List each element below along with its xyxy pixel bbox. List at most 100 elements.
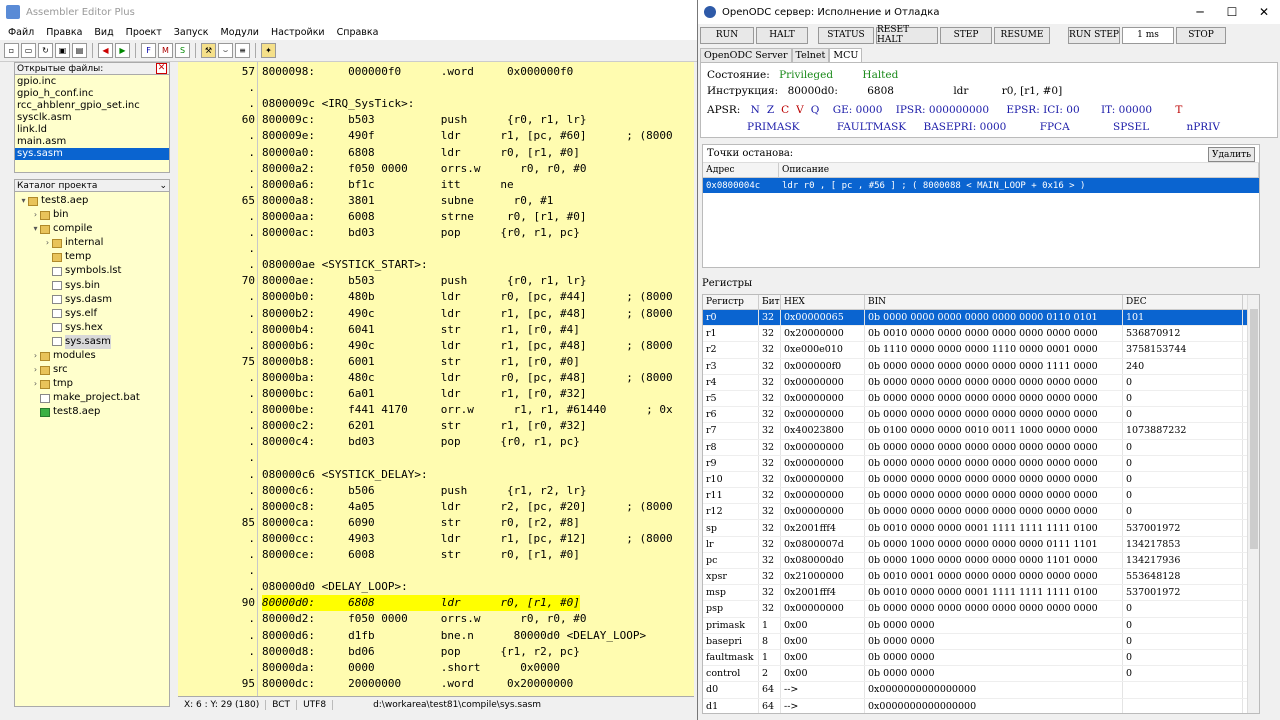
register-row[interactable]: r4 32 0x00000000 0b 0000 0000 0000 0000 000… bbox=[703, 374, 1259, 391]
back-arrow-icon[interactable]: ◀ bbox=[98, 43, 113, 58]
tab-mcu[interactable]: MCU bbox=[829, 48, 863, 62]
tree-node[interactable]: sys.elf bbox=[15, 307, 169, 321]
save-icon[interactable]: ▣ bbox=[55, 43, 70, 58]
register-row[interactable]: xpsr 32 0x21000000 0b 0010 0001 0000 0000 0… bbox=[703, 569, 1259, 586]
open-file-icon[interactable]: ▭ bbox=[21, 43, 36, 58]
menu-item[interactable]: Правка bbox=[40, 27, 88, 38]
maximize-icon[interactable]: ☐ bbox=[1216, 5, 1248, 19]
menu-item[interactable]: Настройки bbox=[265, 27, 331, 38]
menu-item[interactable]: Справка bbox=[331, 27, 385, 38]
tree-twisty-icon[interactable]: › bbox=[31, 208, 40, 222]
ocd-button-step[interactable]: STEP bbox=[940, 26, 992, 44]
register-row[interactable]: r7 32 0x40023800 0b 0100 0000 0000 0010 001… bbox=[703, 423, 1259, 440]
register-row[interactable]: pc 32 0x080000d0 0b 0000 1000 0000 0000 000… bbox=[703, 552, 1259, 569]
register-row[interactable]: basepri 8 0x00 0b 0000 0000 0 bbox=[703, 633, 1259, 650]
ocd-button-reset-halt[interactable]: RESET HALT bbox=[876, 25, 938, 45]
tree-node[interactable]: › bin bbox=[15, 208, 169, 222]
reg-col-2[interactable]: HEX bbox=[781, 295, 865, 309]
menu-item[interactable]: Вид bbox=[88, 27, 119, 38]
register-row[interactable]: lr 32 0x0800007d 0b 0000 1000 0000 0000 000… bbox=[703, 536, 1259, 553]
menu-item[interactable]: Запуск bbox=[168, 27, 215, 38]
ocd-button-run-step[interactable]: RUN STEP bbox=[1068, 26, 1120, 44]
register-row[interactable]: faultmask 1 0x00 0b 0000 0000 0 bbox=[703, 649, 1259, 667]
tab-openodc-server[interactable]: OpenODC Server bbox=[700, 48, 792, 62]
register-row[interactable]: d0 64 --> 0x0000000000000000 bbox=[703, 682, 1259, 699]
register-row[interactable]: r12 32 0x00000000 0b 0000 0000 0000 0000 00… bbox=[703, 504, 1259, 521]
tree-node[interactable]: sys.dasm bbox=[15, 293, 169, 307]
tree-node[interactable]: temp bbox=[15, 250, 169, 264]
delete-breakpoint-button[interactable]: Удалить bbox=[1207, 147, 1255, 162]
close-icon[interactable]: ✕ bbox=[156, 63, 167, 74]
register-row[interactable]: sp 32 0x2001fff4 0b 0010 0000 0000 0001 111… bbox=[703, 520, 1259, 537]
ocd-button-run[interactable]: RUN bbox=[700, 26, 754, 44]
register-row[interactable]: r1 32 0x20000000 0b 0010 0000 0000 0000 000… bbox=[703, 326, 1259, 343]
tree-node[interactable]: make_project.bat bbox=[15, 391, 169, 405]
open-file-item[interactable]: rcc_ahblenr_gpio_set.inc bbox=[15, 100, 169, 112]
ocd-button-resume[interactable]: RESUME bbox=[994, 26, 1050, 44]
bp-col-desc[interactable]: Описание bbox=[779, 163, 1259, 177]
scrollbar-thumb[interactable] bbox=[1250, 309, 1258, 549]
ocd-button-status[interactable]: STATUS bbox=[818, 26, 874, 44]
refresh-icon[interactable]: ↻ bbox=[38, 43, 53, 58]
register-row[interactable]: msp 32 0x2001fff4 0b 0010 0000 0000 0001 11… bbox=[703, 585, 1259, 602]
register-row[interactable]: r2 32 0xe000e010 0b 1110 0000 0000 0000 111… bbox=[703, 342, 1259, 359]
reg-col-3[interactable]: BIN bbox=[865, 295, 1123, 309]
register-row[interactable]: primask 1 0x00 0b 0000 0000 0 bbox=[703, 617, 1259, 634]
list-icon[interactable]: ≡ bbox=[235, 43, 250, 58]
tree-node[interactable]: sys.bin bbox=[15, 279, 169, 293]
tree-twisty-icon[interactable]: ▾ bbox=[31, 222, 40, 236]
register-row[interactable]: r5 32 0x00000000 0b 0000 0000 0000 0000 000… bbox=[703, 390, 1259, 408]
tab-telnet[interactable]: Telnet bbox=[791, 48, 830, 62]
register-row[interactable]: r8 32 0x00000000 0b 0000 0000 0000 0000 000… bbox=[703, 439, 1259, 456]
register-row[interactable]: psp 32 0x00000000 0b 0000 0000 0000 0000 00… bbox=[703, 601, 1259, 618]
build-icon[interactable]: ⚒ bbox=[201, 43, 216, 58]
ocd-button-stop[interactable]: STOP bbox=[1176, 26, 1226, 44]
tree-twisty-icon[interactable]: › bbox=[43, 236, 52, 250]
tree-twisty-icon[interactable]: ▾ bbox=[19, 194, 28, 208]
save-all-icon[interactable]: ▤ bbox=[72, 43, 87, 58]
register-row[interactable]: r3 32 0x000000f0 0b 0000 0000 0000 0000 000… bbox=[703, 358, 1259, 375]
breakpoint-row[interactable]: 0x0800004c ldr r0 , [ pc , #56 ] ; ( 8000… bbox=[703, 178, 1259, 193]
tree-node[interactable]: sys.hex bbox=[15, 321, 169, 335]
register-row[interactable]: r6 32 0x00000000 0b 0000 0000 0000 0000 000… bbox=[703, 407, 1259, 424]
tree-node[interactable]: ▾ test8.aep bbox=[15, 194, 169, 208]
register-row[interactable]: d1 64 --> 0x0000000000000000 bbox=[703, 698, 1259, 713]
link-icon[interactable]: ⌣ bbox=[218, 43, 233, 58]
ocd-button-1-ms[interactable]: 1 ms bbox=[1122, 26, 1174, 44]
reg-col-1[interactable]: Бит bbox=[759, 295, 781, 309]
new-file-icon[interactable]: ▫ bbox=[4, 43, 19, 58]
tree-node[interactable]: symbols.lst bbox=[15, 264, 169, 278]
code-editor[interactable]: 57 8000098: 000000f0 .word 0x000000f0.. 08… bbox=[178, 62, 694, 696]
close-window-icon[interactable]: ✕ bbox=[1248, 5, 1280, 19]
tree-node[interactable]: ▾ compile bbox=[15, 222, 169, 236]
register-row[interactable]: r11 32 0x00000000 0b 0000 0000 0000 0000 00… bbox=[703, 488, 1259, 505]
open-file-item[interactable]: gpio_h_conf.inc bbox=[15, 88, 169, 100]
register-row[interactable]: r0 32 0x00000065 0b 0000 0000 0000 0000 000… bbox=[703, 310, 1259, 327]
open-file-item[interactable]: sysclk.asm bbox=[15, 112, 169, 124]
open-file-item[interactable]: link.ld bbox=[15, 124, 169, 136]
minimize-icon[interactable]: ─ bbox=[1184, 5, 1216, 19]
tree-node[interactable]: › internal bbox=[15, 236, 169, 250]
reg-col-4[interactable]: DEC bbox=[1123, 295, 1243, 309]
m-tool-icon[interactable]: M bbox=[158, 43, 173, 58]
f-tool-icon[interactable]: F bbox=[141, 43, 156, 58]
reg-col-0[interactable]: Регистр bbox=[703, 295, 759, 309]
open-file-item[interactable]: gpio.inc bbox=[15, 76, 169, 88]
tree-node[interactable]: › src bbox=[15, 363, 169, 377]
menu-item[interactable]: Проект bbox=[120, 27, 168, 38]
tree-node[interactable]: sys.sasm bbox=[15, 334, 169, 350]
menu-item[interactable]: Файл bbox=[2, 27, 40, 38]
tree-node[interactable]: › modules bbox=[15, 349, 169, 363]
bp-col-addr[interactable]: Адрес bbox=[703, 163, 779, 177]
register-row[interactable]: control 2 0x00 0b 0000 0000 0 bbox=[703, 666, 1259, 683]
register-row[interactable]: r10 32 0x00000000 0b 0000 0000 0000 0000 00… bbox=[703, 471, 1259, 489]
open-file-item[interactable]: sys.sasm bbox=[15, 148, 169, 160]
debug-icon[interactable]: ✦ bbox=[261, 43, 276, 58]
tree-node[interactable]: › tmp bbox=[15, 377, 169, 391]
tree-twisty-icon[interactable]: › bbox=[31, 377, 40, 391]
registers-scrollbar[interactable] bbox=[1247, 295, 1259, 713]
tree-twisty-icon[interactable]: › bbox=[31, 363, 40, 377]
ocd-button-halt[interactable]: HALT bbox=[756, 26, 808, 44]
tree-twisty-icon[interactable]: › bbox=[31, 349, 40, 363]
forward-arrow-icon[interactable]: ▶ bbox=[115, 43, 130, 58]
